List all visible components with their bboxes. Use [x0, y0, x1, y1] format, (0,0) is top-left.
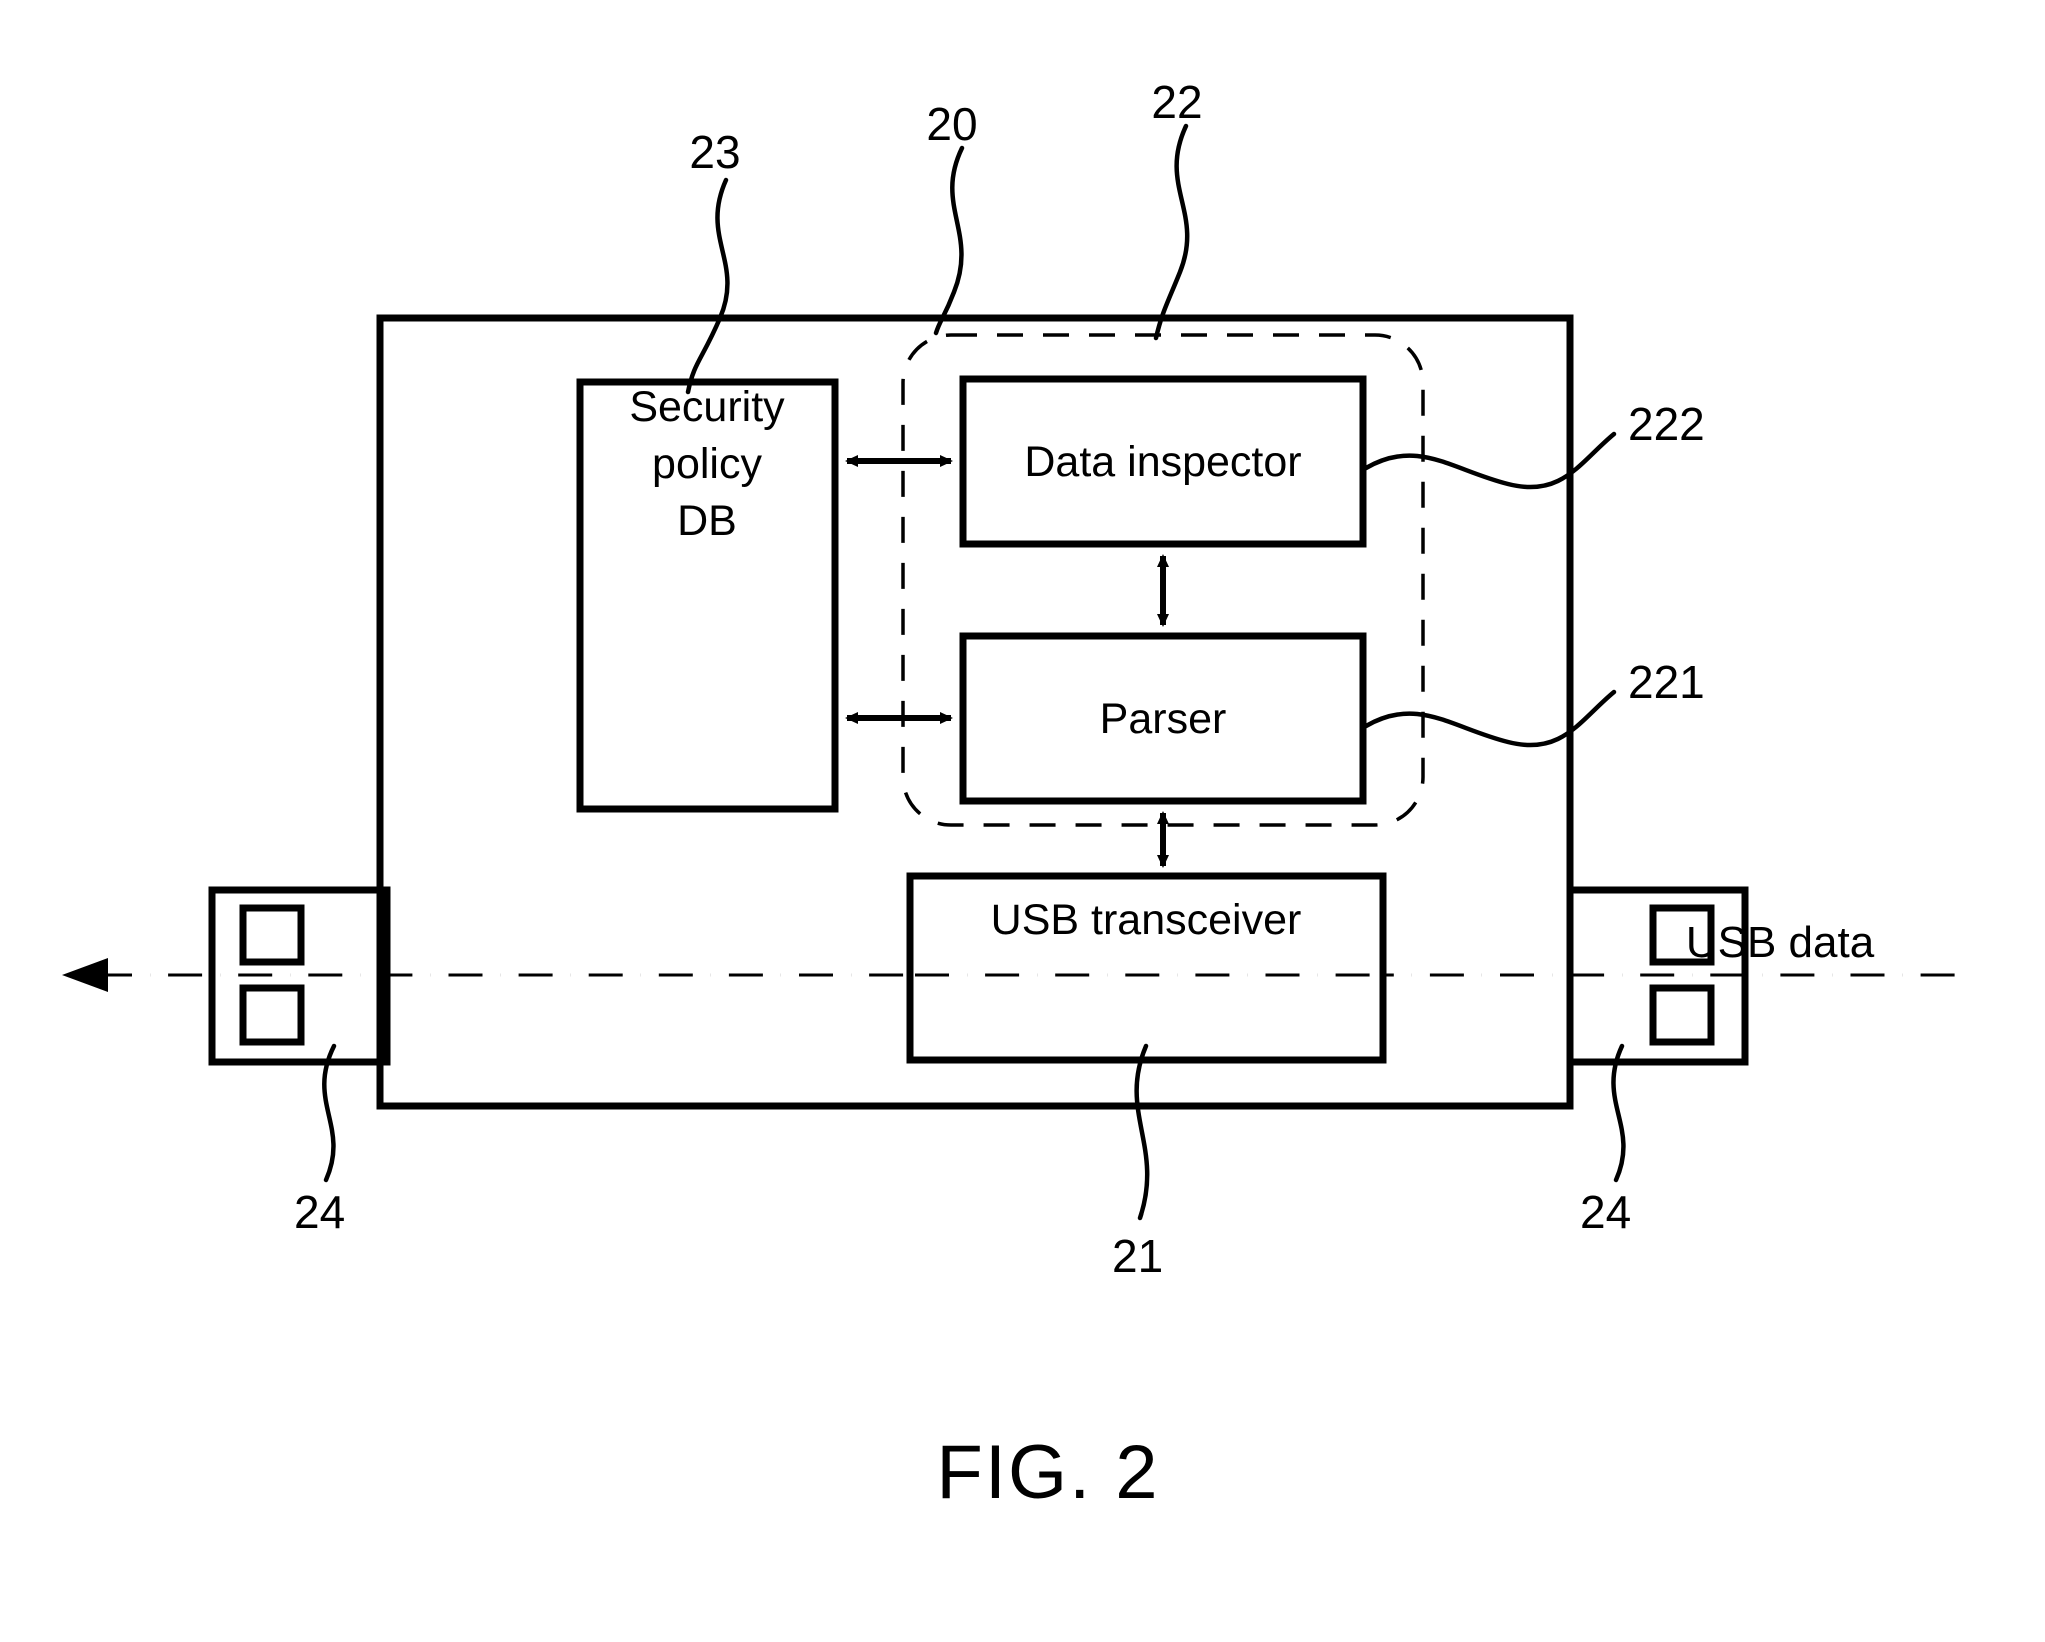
ref-numeral-23: 23 — [689, 126, 740, 178]
security-policy-db-label-line3: DB — [677, 497, 737, 545]
security-policy-db-label-line2: policy — [652, 440, 762, 488]
usb-pin-lower-right — [1649, 984, 1715, 1046]
usb-transceiver-label: USB transceiver — [991, 896, 1302, 944]
leader-line-222 — [1363, 431, 1617, 490]
leader-line-21 — [1134, 1043, 1150, 1221]
figure-canvas: Security policy DB Data inspector Parser… — [62, 76, 1960, 1515]
leader-line-23 — [685, 177, 730, 395]
ref-numeral-222: 222 — [1628, 398, 1705, 450]
ref-numeral-20: 20 — [926, 98, 977, 150]
ref-numeral-24-left: 24 — [294, 1186, 345, 1238]
leader-line-22 — [1153, 123, 1190, 341]
parser-label: Parser — [1100, 695, 1227, 743]
figure-caption: FIG. 2 — [936, 1430, 1159, 1515]
ref-numeral-21: 21 — [1112, 1230, 1163, 1282]
ref-numeral-221: 221 — [1628, 656, 1705, 708]
data-inspector-label: Data inspector — [1024, 438, 1301, 486]
security-policy-db-label-line1: Security — [629, 383, 785, 431]
usb-data-label: USB data — [1686, 918, 1875, 967]
usb-pin-upper-left — [239, 904, 305, 966]
leader-line-24-left — [322, 1043, 337, 1183]
patent-figure: Security policy DB Data inspector Parser… — [0, 0, 2045, 1642]
leader-line-24-right — [1611, 1043, 1626, 1183]
ref-numeral-24-right: 24 — [1580, 1186, 1631, 1238]
usb-pin-lower-left — [239, 984, 305, 1046]
ref-numeral-22: 22 — [1151, 76, 1202, 128]
centerline-arrowhead-left — [62, 958, 108, 992]
leader-line-221 — [1363, 689, 1617, 748]
leader-line-20 — [933, 145, 965, 336]
